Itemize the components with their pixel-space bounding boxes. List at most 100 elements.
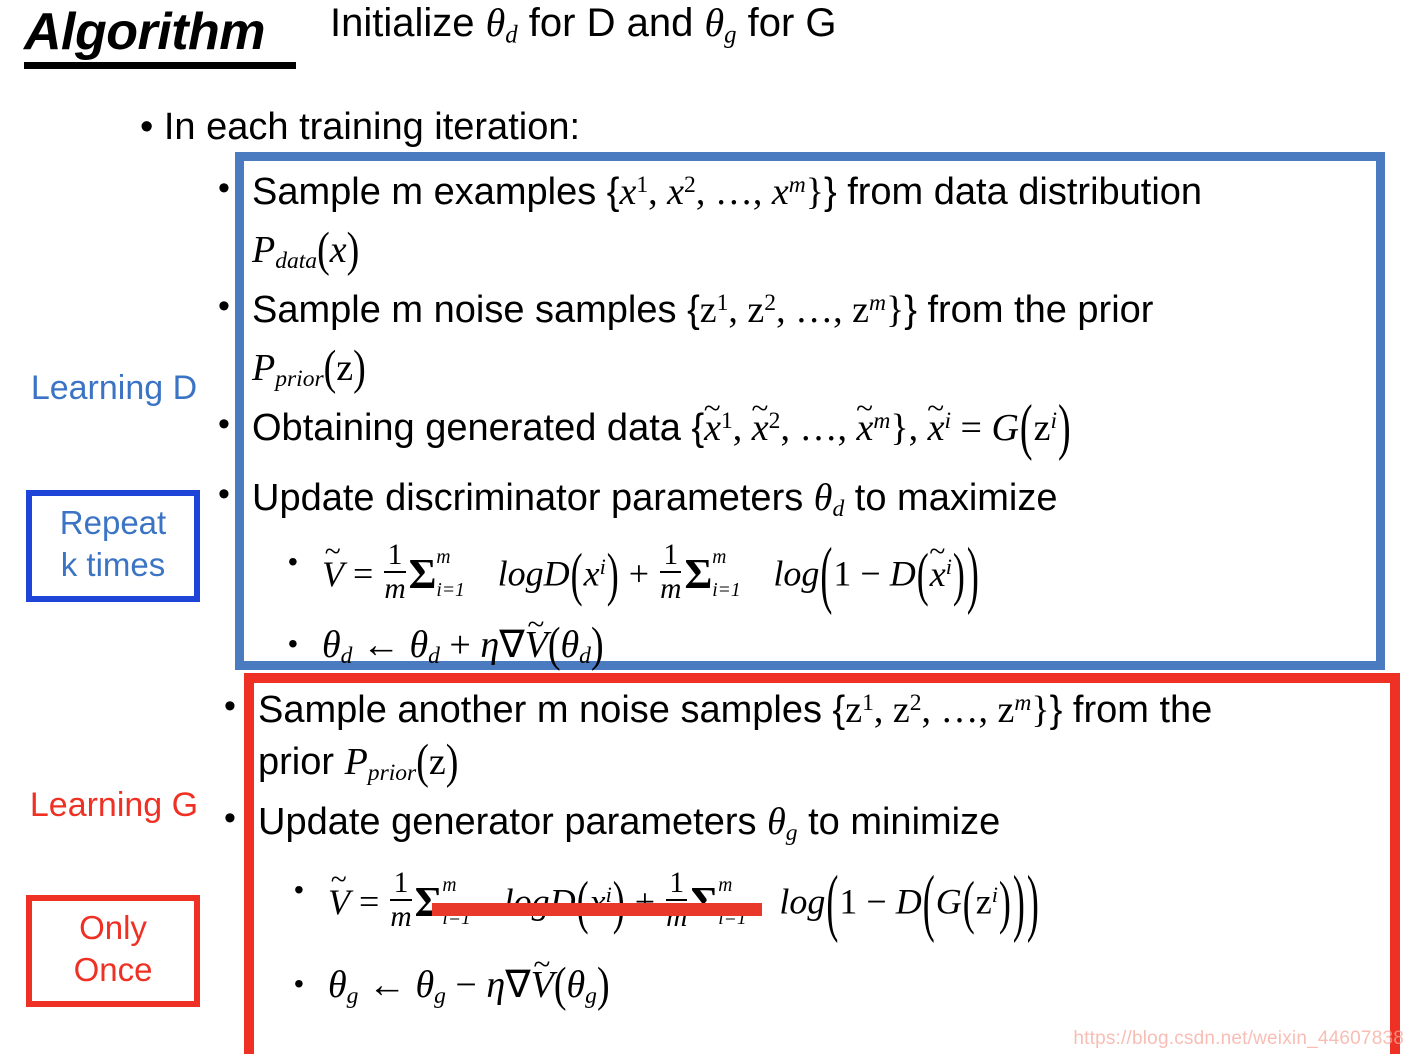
v-tilde: ~ V [328,864,350,923]
one-over-m: 1m [660,539,682,604]
numerator: 1 [663,539,679,571]
var-z: z [892,689,910,731]
lparen: ( [916,540,929,607]
rbrace: } [1031,689,1050,731]
repeat-k-times-box: Repeat k times [26,490,200,603]
rbrace: } [890,407,909,449]
bullet-glyph: • [294,874,304,905]
sup-m: m [873,407,891,434]
step-update-generator: • Update generator parameters θg to mini… [224,800,1000,847]
var-D: D [889,553,916,594]
tilde-accent: ~ [324,536,341,569]
step-text-pre: Obtaining generated data { [252,407,705,449]
sup-2: 2 [764,289,777,316]
watermark: https://blog.csdn.net/weixin_44607838 [1073,1028,1404,1049]
step-text-pre: Sample another m noise samples { [258,689,846,731]
sup-1: 1 [721,407,733,434]
theta-g-symbol: θ [704,0,725,45]
sigma-glyph: Σ [408,551,437,599]
sup-i: i [599,554,606,580]
rparen: ) [612,868,625,935]
v-tilde: ~ V [531,946,554,1007]
step-sample-m-examples-line2: Pdata(x) [252,223,359,277]
var-z: z [852,289,869,331]
rbrace: } [805,171,824,213]
lparen: ( [576,868,589,935]
one-over-m: 1m [666,868,688,932]
sup-i: i [945,554,952,580]
nabla-symbol: ∇ [505,964,531,1006]
step-sample-m-noise-line2: Pprior(z) [252,341,366,395]
log-term: log [773,553,820,594]
strikethrough-first-term [432,903,762,916]
iteration-header-label: In each training iteration: [163,106,581,148]
left-arrow-glyph: ← [367,964,406,1006]
one-over-m: 1m [384,540,406,606]
rparen: ) [445,735,459,789]
denominator: m [384,573,406,606]
sub-prior: prior [275,366,324,393]
var-x: x [583,553,600,594]
sum-lower-limit: i=1 [712,580,741,602]
bullet-glyph: • [218,405,230,443]
summation: Σm i=1 [408,547,465,602]
sub-d: d [579,643,591,670]
tilde-accent: ~ [703,389,721,425]
sup-2: 2 [684,171,696,198]
sum-upper-limit: m [712,546,727,568]
bullet-glyph: • [224,687,236,725]
var-z: z [336,347,354,389]
bullet-glyph: • [224,799,236,837]
one-over-m: 1m [390,867,412,934]
page-title: Algorithm [24,3,266,61]
v-tilde: ~ V [322,536,344,595]
sub-g: g [785,820,798,847]
learning-d-label: Learning D [30,369,198,407]
sub-prior: prior [367,760,417,787]
sub-d: d [340,643,353,670]
var-z: z [845,689,863,731]
sum-upper-limit: m [442,874,457,896]
theta-symbol: θ [560,624,580,666]
var-x: x [619,171,637,213]
theta-d-symbol: θ [485,0,506,45]
lparen: ( [922,859,935,944]
numerator: 1 [393,867,409,899]
step-text-post: } from the prior [904,289,1154,331]
step-text-pre: Sample m examples { [252,171,620,213]
rparen: ) [590,618,604,672]
bullet-glyph: • [294,968,304,999]
var-D: D [895,881,922,922]
var-z: z [997,689,1015,731]
lparen: ( [1019,393,1033,463]
only-once-line2: Once [73,951,153,989]
rparen: ) [596,958,610,1012]
x-tilde: ~ x [929,536,945,595]
sup-1: 1 [716,289,729,316]
logD-term: logD [497,553,570,594]
step-text-pre: Sample m noise samples { [252,289,700,331]
comma-1: , [728,289,748,331]
sup-2: 2 [909,689,922,716]
theta-symbol: θ [328,964,347,1006]
sup-m: m [788,171,806,198]
sup-m: m [868,289,886,316]
x-tilde: ~ x [751,391,768,449]
ellipsis-glyph: … [799,407,838,449]
tilde-accent: ~ [330,864,347,897]
theta-g-subscript: g [724,21,737,49]
repeat-k-times-line1: Repeat [59,504,167,541]
initialize-prefix: Initialize [330,1,486,45]
eta-symbol: η [486,964,506,1006]
ellipsis-1: , [695,171,715,213]
sub-g: g [585,983,597,1010]
step-sample-another-m-noise-line2: prior Pprior(z) [258,735,458,789]
denominator: m [390,901,412,934]
